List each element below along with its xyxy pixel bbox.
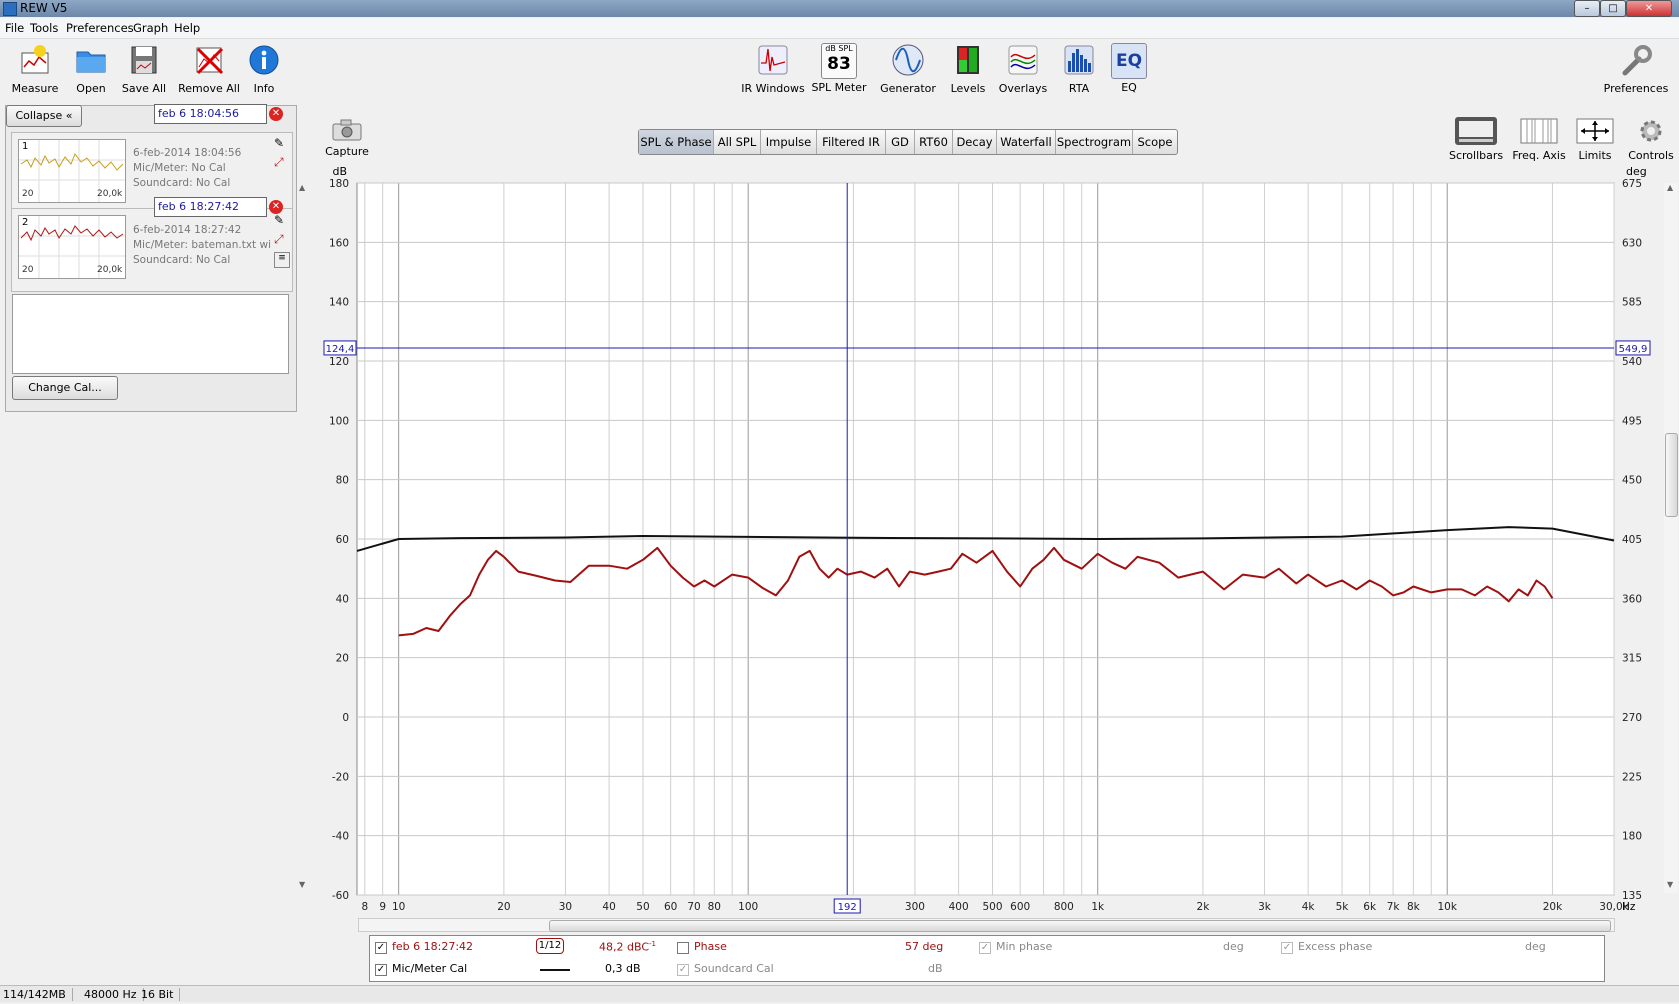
soundcard-cal-checkbox[interactable]: ✓ (677, 964, 689, 976)
memory-status: 114/142MB (3, 988, 73, 1001)
horizontal-scrollbar[interactable] (358, 918, 1615, 932)
cursor-y2-label: 549,9 (1619, 344, 1648, 355)
legend-trace-2-name: Mic/Meter Cal (392, 962, 468, 975)
y2-tick-label: 270 (1622, 712, 1642, 724)
x-tick-label: 3k (1258, 901, 1272, 913)
x-tick-label: 400 (949, 901, 969, 913)
collapse-button[interactable]: Collapse « (6, 105, 82, 127)
y2-tick-label: 225 (1622, 771, 1642, 783)
spl-phase-chart[interactable]: 180 160 140 120 100 80 60 40 20 0 -20 -40 -60 675 630 5… (0, 0, 1679, 1001)
x-tick-label: 6k (1363, 901, 1377, 913)
y2-tick-label: 450 (1622, 475, 1642, 487)
trace-2-line-sample (540, 969, 570, 971)
status-bar: 114/142MB 48000 Hz 16 Bit (0, 985, 1679, 1002)
vertical-scrollbar[interactable]: ▲ ▼ (1664, 183, 1678, 893)
y2-tick-label: 405 (1622, 534, 1642, 546)
y-tick-label: 180 (329, 178, 349, 190)
soundcard-cal-unit: dB (928, 962, 943, 975)
y-tick-label: 160 (329, 237, 349, 249)
x-tick-label: 1k (1091, 901, 1105, 913)
bit-depth-status: 16 Bit (141, 988, 181, 1001)
x-tick-label: 300 (905, 901, 925, 913)
y2-tick-label: 180 (1622, 831, 1642, 843)
y-tick-label: 140 (329, 297, 349, 309)
y2-tick-label: 675 (1622, 178, 1642, 190)
trace-1-checkbox[interactable]: ✓ (375, 942, 387, 954)
y2-tick-label: 540 (1622, 356, 1642, 368)
y-tick-label: -20 (332, 771, 349, 783)
y2-tick-label: 315 (1622, 653, 1642, 665)
vertical-scroll-thumb[interactable] (1665, 433, 1678, 517)
chevron-left-icon: « (65, 109, 73, 122)
y2-axis-unit: deg (1626, 165, 1647, 178)
y-tick-label: -60 (332, 890, 349, 902)
x-tick-label: 10 (392, 901, 405, 913)
x-tick-label: 20 (497, 901, 510, 913)
x-tick-label: 2k (1197, 901, 1211, 913)
x-tick-label: 100 (738, 901, 758, 913)
x-tick-label: 500 (982, 901, 1002, 913)
x-tick-label: 800 (1054, 901, 1074, 913)
y2-tick-label: 630 (1622, 237, 1642, 249)
scroll-up-icon[interactable]: ▲ (1667, 183, 1673, 192)
x-tick-label: 4k (1302, 901, 1316, 913)
x-tick-label: 80 (708, 901, 721, 913)
excess-phase-label: Excess phase (1298, 940, 1373, 953)
phase-value: 57 deg (905, 940, 944, 953)
legend-trace-1-value: 48,2 dBC-1 (599, 940, 656, 954)
phase-label: Phase (694, 940, 727, 953)
y2-tick-label: 585 (1622, 297, 1642, 309)
y-tick-label: 20 (336, 653, 349, 665)
y-tick-label: 0 (342, 712, 349, 724)
x-tick-label: 40 (602, 901, 615, 913)
x-tick-label: 9 (379, 901, 386, 913)
horizontal-scroll-thumb[interactable] (549, 920, 1611, 932)
y-tick-label: 40 (336, 593, 349, 605)
y-tick-label: -40 (332, 831, 349, 843)
trace-2-checkbox[interactable]: ✓ (375, 964, 387, 976)
legend-panel: ✓ feb 6 18:27:42 1/12 48,2 dBC-1 Phase 5… (369, 935, 1605, 982)
y2-tick-label: 360 (1622, 593, 1642, 605)
y-tick-label: 100 (329, 415, 349, 427)
x-axis-unit: Hz (1622, 901, 1636, 913)
x-tick-label: 30 (559, 901, 572, 913)
x-tick-label: 7k (1387, 901, 1401, 913)
y-tick-label: 60 (336, 534, 349, 546)
excess-phase-checkbox[interactable]: ✓ (1281, 942, 1293, 954)
y-axis-unit: dB (332, 165, 347, 178)
x-tick-label: 8k (1407, 901, 1421, 913)
min-phase-checkbox[interactable]: ✓ (979, 942, 991, 954)
x-tick-label: 50 (636, 901, 649, 913)
x-tick-label: 8 (361, 901, 368, 913)
x-tick-label: 70 (687, 901, 700, 913)
scroll-down-icon[interactable]: ▼ (1667, 880, 1673, 889)
x-tick-label: 5k (1336, 901, 1350, 913)
y2-tick-label: 495 (1622, 415, 1642, 427)
x-tick-label: 10k (1438, 901, 1458, 913)
y-tick-label: 80 (336, 475, 349, 487)
y-tick-label: 120 (329, 356, 349, 368)
soundcard-cal-label: Soundcard Cal (694, 962, 774, 975)
cursor-x-label: 192 (838, 902, 857, 913)
x-tick-label: 20k (1543, 901, 1563, 913)
phase-checkbox[interactable] (677, 942, 689, 954)
legend-trace-2-value: 0,3 dB (605, 962, 641, 975)
x-tick-label: 600 (1010, 901, 1030, 913)
min-phase-unit: deg (1223, 940, 1244, 953)
excess-phase-unit: deg (1525, 940, 1546, 953)
min-phase-label: Min phase (996, 940, 1053, 953)
cursor-y-label: 124,4 (326, 344, 355, 355)
x-tick-label: 60 (664, 901, 677, 913)
smoothing-selector[interactable]: 1/12 (536, 938, 564, 954)
legend-trace-1-name: feb 6 18:27:42 (392, 940, 474, 953)
sample-rate-status: 48000 Hz (84, 988, 144, 1001)
